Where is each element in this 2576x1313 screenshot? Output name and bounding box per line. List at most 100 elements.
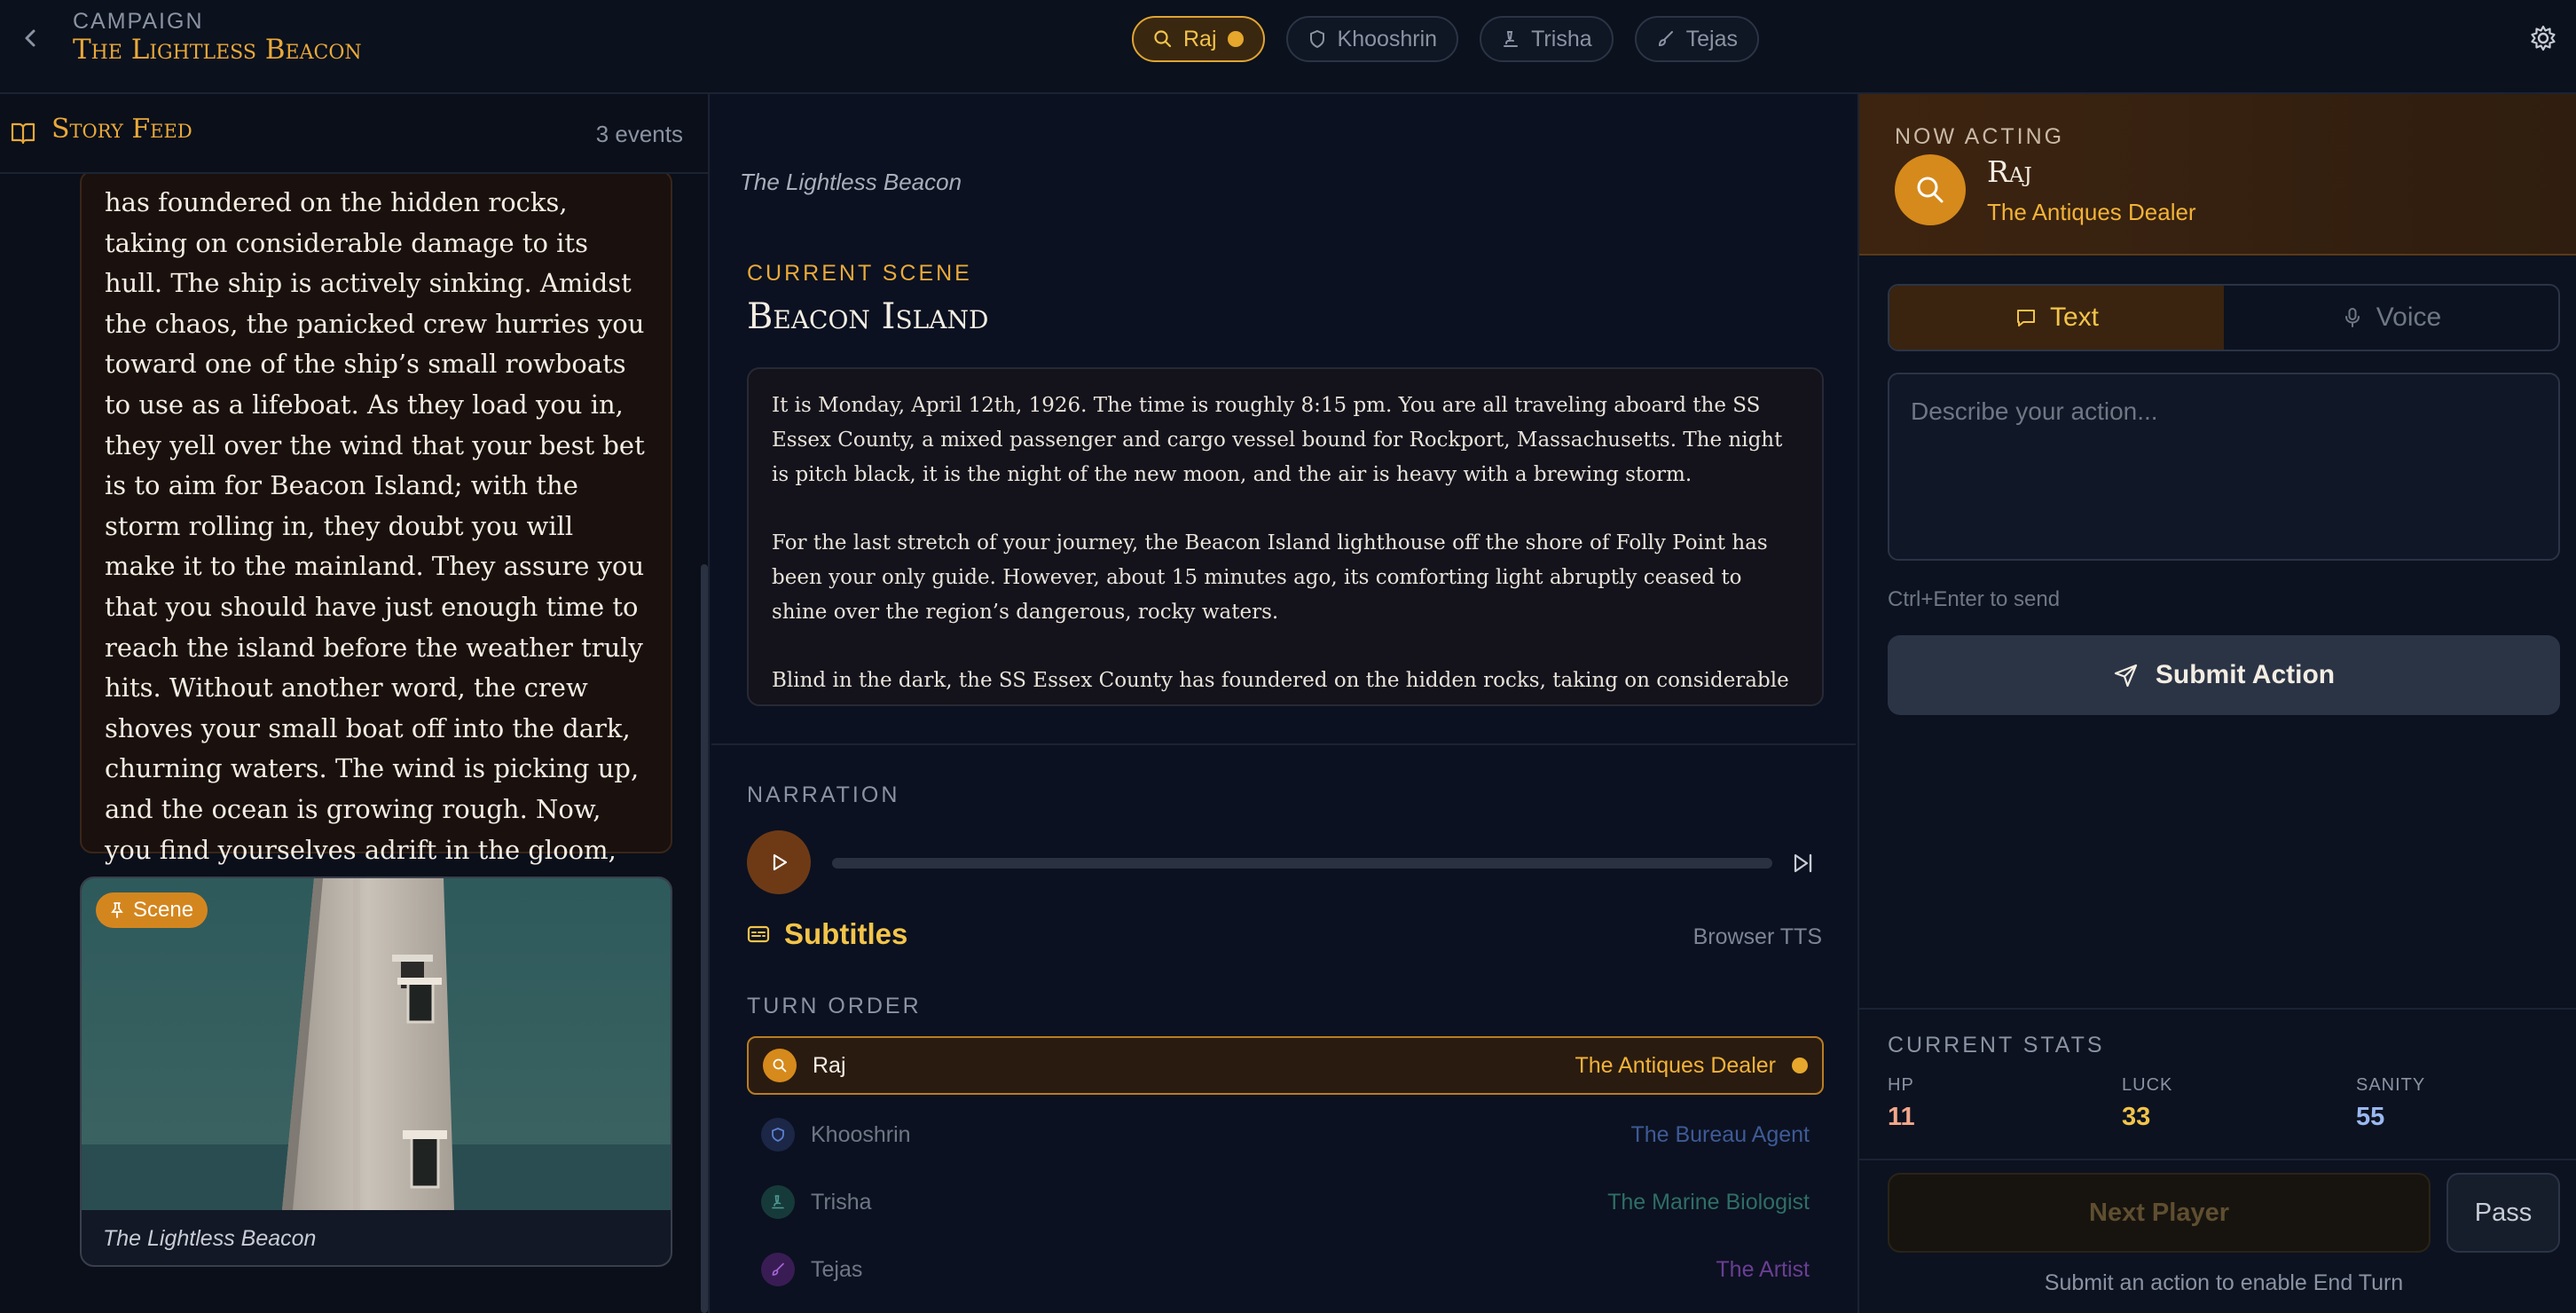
next-player-button[interactable]: Next Player — [1888, 1173, 2431, 1253]
active-indicator — [1792, 1057, 1808, 1073]
now-acting-label: NOW ACTING — [1895, 124, 2065, 149]
voice-mode-label: Voice — [2376, 303, 2442, 332]
scene-description[interactable]: It is Monday, April 12th, 1926. The time… — [747, 367, 1824, 706]
scene-badge-label: Scene — [133, 898, 194, 922]
stat-sanity: SANITY 55 — [2356, 1075, 2425, 1132]
divider — [711, 743, 1856, 745]
campaign-subtitle: The Lightless Beacon — [740, 169, 962, 195]
turn-order-row-khooshrin[interactable]: Khooshrin The Bureau Agent — [747, 1105, 1824, 1164]
message-icon — [2016, 310, 2035, 326]
turn-order-row-raj[interactable]: Raj The Antiques Dealer — [747, 1036, 1824, 1095]
voice-mode-button[interactable]: Voice — [2224, 286, 2558, 350]
turn-player-name: Tejas — [811, 1256, 863, 1282]
story-feed-title: Story Feed — [51, 114, 192, 145]
brush-icon — [761, 1253, 795, 1286]
player-tab-khooshrin[interactable]: Khooshrin — [1285, 16, 1459, 62]
back-icon[interactable] — [18, 23, 43, 53]
search-icon — [763, 1049, 797, 1082]
send-hint: Ctrl+Enter to send — [1888, 587, 2061, 611]
send-icon — [2114, 664, 2137, 688]
subtitles-icon — [747, 925, 770, 943]
player-tabs: Raj Khooshrin Trisha Tejas — [1132, 16, 1759, 62]
action-input[interactable] — [1888, 373, 2560, 561]
scene-paragraph: For the last stretch of your journey, th… — [772, 531, 1768, 624]
turn-player-role: The Antiques Dealer — [1575, 1052, 1776, 1078]
pin-icon — [111, 902, 123, 918]
search-icon — [1917, 177, 1944, 203]
player-tab-raj[interactable]: Raj — [1132, 16, 1265, 62]
submit-action-label: Submit Action — [2155, 660, 2336, 689]
story-feed-panel: has foundered on the hidden rocks, takin… — [0, 94, 710, 1313]
turn-player-name: Khooshrin — [811, 1121, 911, 1147]
shield-icon — [761, 1118, 795, 1152]
event-count: 3 events — [595, 121, 683, 147]
divider — [1859, 1008, 2576, 1010]
scene-title: Beacon Island — [747, 296, 989, 337]
player-tab-label: Trisha — [1531, 26, 1592, 51]
brush-icon — [1658, 31, 1673, 47]
player-tab-label: Khooshrin — [1337, 26, 1438, 51]
lighthouse-image — [82, 878, 671, 1210]
search-icon — [1154, 30, 1172, 48]
microphone-icon — [2344, 308, 2360, 327]
subtitles-label: Subtitles — [784, 917, 908, 950]
turn-player-role: The Artist — [1716, 1256, 1810, 1282]
text-mode-button[interactable]: Text — [1889, 286, 2224, 350]
current-scene-label: CURRENT SCENE — [747, 261, 972, 286]
player-tab-label: Raj — [1183, 26, 1217, 51]
text-mode-label: Text — [2049, 303, 2100, 332]
player-tab-label: Tejas — [1685, 26, 1738, 51]
stat-luck: LUCK 33 — [2122, 1075, 2172, 1132]
stat-hp: HP 11 — [1888, 1075, 1915, 1132]
player-tab-tejas[interactable]: Tejas — [1634, 16, 1759, 62]
play-icon — [773, 853, 788, 871]
stat-label: SANITY — [2356, 1075, 2426, 1095]
stat-label: HP — [1888, 1075, 1914, 1095]
scene-paragraph: Blind in the dark, the SS Essex County h… — [772, 669, 1789, 704]
active-indicator — [1227, 31, 1244, 47]
stat-value: 33 — [2122, 1103, 2151, 1131]
turn-player-role: The Bureau Agent — [1630, 1121, 1810, 1147]
shield-icon — [1309, 29, 1324, 49]
microscope-icon — [761, 1185, 795, 1219]
scene-paragraph: It is Monday, April 12th, 1926. The time… — [772, 394, 1783, 486]
microscope-icon — [1504, 31, 1519, 47]
story-event-card: has foundered on the hidden rocks, takin… — [80, 170, 672, 1026]
divider — [1859, 1159, 2576, 1160]
campaign-label: CAMPAIGN — [73, 9, 204, 34]
submit-action-button[interactable]: Submit Action — [1888, 635, 2560, 715]
gear-icon[interactable] — [2528, 23, 2558, 53]
stat-value: 11 — [1888, 1103, 1915, 1131]
avatar — [1895, 154, 1966, 225]
narration-progress-bar[interactable] — [832, 858, 1772, 869]
turn-order-row-trisha[interactable]: Trisha The Marine Biologist — [747, 1173, 1824, 1231]
subtitles-toggle[interactable]: Subtitles — [747, 917, 907, 951]
turn-player-name: Trisha — [811, 1189, 872, 1215]
scene-badge: Scene — [96, 892, 208, 928]
tts-engine-label: Browser TTS — [1692, 924, 1822, 949]
player-tab-trisha[interactable]: Trisha — [1480, 16, 1614, 62]
narration-label: NARRATION — [747, 782, 900, 807]
story-feed-header: Story Feed 3 events — [0, 94, 708, 174]
now-acting-header: NOW ACTING Raj The Antiques Dealer — [1859, 94, 2576, 256]
acting-player-name: Raj — [1987, 154, 2032, 189]
stat-label: LUCK — [2122, 1075, 2173, 1095]
book-icon — [11, 122, 35, 145]
pass-button[interactable]: Pass — [2446, 1173, 2560, 1253]
input-mode-toggle: Text Voice — [1888, 284, 2560, 351]
current-stats-label: CURRENT STATS — [1888, 1033, 2105, 1057]
action-panel: NOW ACTING Raj The Antiques Dealer Text … — [1857, 94, 2576, 1313]
scene-caption: The Lightless Beacon — [103, 1226, 317, 1251]
turn-order-row-tejas[interactable]: Tejas The Artist — [747, 1240, 1824, 1299]
scene-panel: The Lightless Beacon CURRENT SCENE Beaco… — [711, 94, 1856, 1313]
turn-player-role: The Marine Biologist — [1607, 1189, 1810, 1215]
end-turn-hint: Submit an action to enable End Turn — [2044, 1270, 2404, 1295]
feed-scrollbar[interactable] — [701, 564, 708, 1313]
scene-image-card[interactable]: Scene The Lightless Beacon — [80, 877, 672, 1267]
acting-player-role: The Antiques Dealer — [1987, 199, 2196, 225]
skip-forward-icon[interactable] — [1790, 850, 1817, 877]
turn-order-label: TURN ORDER — [747, 994, 922, 1018]
play-button[interactable] — [747, 830, 811, 894]
top-bar: CAMPAIGN The Lightless Beacon Raj Khoosh… — [0, 0, 2576, 94]
turn-player-name: Raj — [813, 1052, 846, 1078]
